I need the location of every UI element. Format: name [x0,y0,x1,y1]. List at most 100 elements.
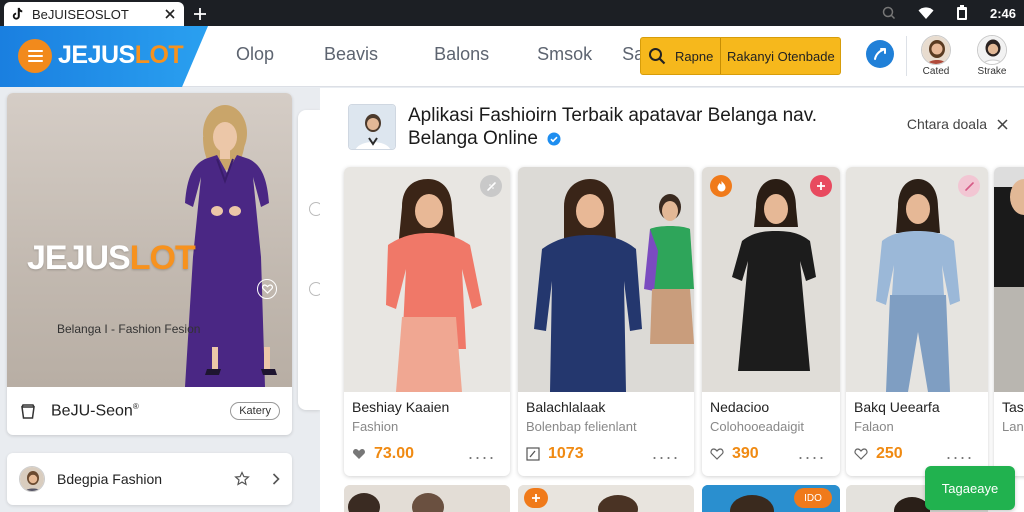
heart-icon[interactable] [710,447,724,461]
app-header: JEJUSLOT Olop Beavis Balons Smsok Saring… [0,26,1024,87]
product-subtitle: Colohooeadaigit [710,419,804,434]
product-price: 250 [876,445,903,462]
main-nav: Olop Beavis Balons Smsok Saringu [236,44,684,65]
product-card[interactable]: Bakq Ueearfa Falaon 250 .... [846,167,988,476]
more-options-icon[interactable]: .... [652,444,680,462]
plus-icon [817,182,825,190]
featured-watermark: JEJUSLOT [27,239,196,277]
product-grid: Beshiay Kaaien Fashion 73.00 .... Balach… [344,167,1024,477]
user-profile-1[interactable]: Cated [916,35,956,77]
search-button[interactable]: Rakanyi Otenbade [721,49,840,64]
product-image [518,167,694,392]
product-card[interactable] [518,485,694,512]
product-price: 73.00 [374,445,415,462]
header-divider [906,36,907,76]
share-icon[interactable] [866,40,894,68]
tag-icon [964,181,974,191]
product-card[interactable]: Beshiay Kaaien Fashion 73.00 .... [344,167,510,476]
product-card[interactable]: IDO [702,485,840,512]
collapsed-panel[interactable] [298,110,323,410]
edit-icon[interactable] [526,447,540,461]
brand-logo[interactable]: JEJUSLOT [0,26,210,87]
featured-caption: Belanga I - Fashion Fesion [57,322,201,336]
product-badge[interactable]: IDO [794,488,832,508]
more-options-icon[interactable]: .... [468,444,496,462]
product-grid-row-2: IDO [344,485,1024,512]
product-name: Nedacioo [710,399,770,415]
product-image [846,167,988,392]
list-item-label: Bdegpia Fashion [57,471,163,487]
heart-icon[interactable] [257,279,277,299]
nav-item-2[interactable]: Beavis [324,44,378,65]
shopping-bag-icon [21,404,35,419]
avatar [977,35,1007,65]
close-tab-icon[interactable] [162,6,178,22]
product-price: 1073 [548,445,584,462]
product-badge[interactable] [958,175,980,197]
featured-footer: BeJU-Seon® Katery [7,387,292,435]
product-subtitle: Bolenbap felienlant [526,419,637,434]
header-action-label[interactable]: Chtara doala [907,116,987,132]
floating-action-button[interactable]: Tagaeaye [925,466,1015,510]
product-badge[interactable] [524,488,548,508]
user-name: Cated [922,66,950,77]
product-card[interactable] [344,485,510,512]
user-name: Strake [977,66,1007,77]
wifi-icon [918,6,934,19]
search-icon[interactable] [882,6,896,20]
system-tray: 2:46 [882,4,1016,22]
search-field[interactable]: Rapne [673,38,721,74]
app-thumbnail [348,104,396,150]
chevron-right-icon[interactable] [272,473,280,485]
featured-title: BeJU-Seon® [51,401,139,420]
more-options-icon[interactable]: .... [798,444,826,462]
list-item[interactable]: Bdegpia Fashion [7,453,292,505]
product-card[interactable]: Tasi Lan [994,167,1024,476]
product-badge[interactable] [810,175,832,197]
product-name: Bakq Ueearfa [854,399,940,415]
browser-bar: BeJUISEOSLOT 2:46 [0,0,1024,26]
nav-item-1[interactable]: Olop [236,44,274,65]
more-options-icon[interactable]: .... [946,444,974,462]
star-icon[interactable] [234,471,250,487]
verified-icon [547,132,561,146]
browser-tab[interactable]: BeJUISEOSLOT [4,2,184,26]
product-badge[interactable] [710,175,732,197]
avatar [921,35,951,65]
brand-name: JEJUSLOT [58,41,184,69]
product-card[interactable]: Nedacioo Colohooeadaigit 390 .... [702,167,840,476]
page-title: Aplikasi Fashioirn Terbaik apatavar Bela… [408,105,818,149]
tiktok-icon [12,7,23,20]
heart-icon[interactable] [352,447,366,461]
category-pill[interactable]: Katery [230,402,280,420]
avatar [19,466,45,492]
header-action: Chtara doala [907,116,1008,132]
product-price: 390 [732,445,759,462]
product-subtitle: Lan [1002,419,1024,434]
left-panel: JEJUSLOT Belanga I - Fashion Fesion BeJU… [0,88,320,512]
product-image [994,167,1024,392]
product-subtitle: Fashion [352,419,399,434]
product-image [702,167,840,392]
product-badge[interactable] [480,175,502,197]
search-icon[interactable] [641,38,673,74]
nav-item-4[interactable]: Smsok [537,44,592,65]
battery-icon [956,5,967,20]
product-name: Tasi [1002,399,1024,415]
close-icon[interactable] [997,118,1008,130]
user-profile-2[interactable]: Strake [972,35,1012,77]
new-tab-icon[interactable] [190,4,210,24]
featured-card[interactable]: JEJUSLOT Belanga I - Fashion Fesion BeJU… [7,93,292,435]
search-bar[interactable]: Rapne Rakanyi Otenbade [640,37,841,75]
menu-icon[interactable] [18,39,52,73]
nav-item-3[interactable]: Balons [434,44,489,65]
product-subtitle: Falaon [854,419,894,434]
main-panel: Aplikasi Fashioirn Terbaik apatavar Bela… [320,88,1024,512]
tab-title: BeJUISEOSLOT [32,6,129,22]
product-card[interactable]: Balachlalaak Bolenbap felienlant 1073 ..… [518,167,694,476]
plus-icon [532,494,540,502]
heart-icon[interactable] [854,447,868,461]
product-name: Beshiay Kaaien [352,399,450,415]
fire-icon [717,181,725,192]
tag-icon [486,181,496,191]
